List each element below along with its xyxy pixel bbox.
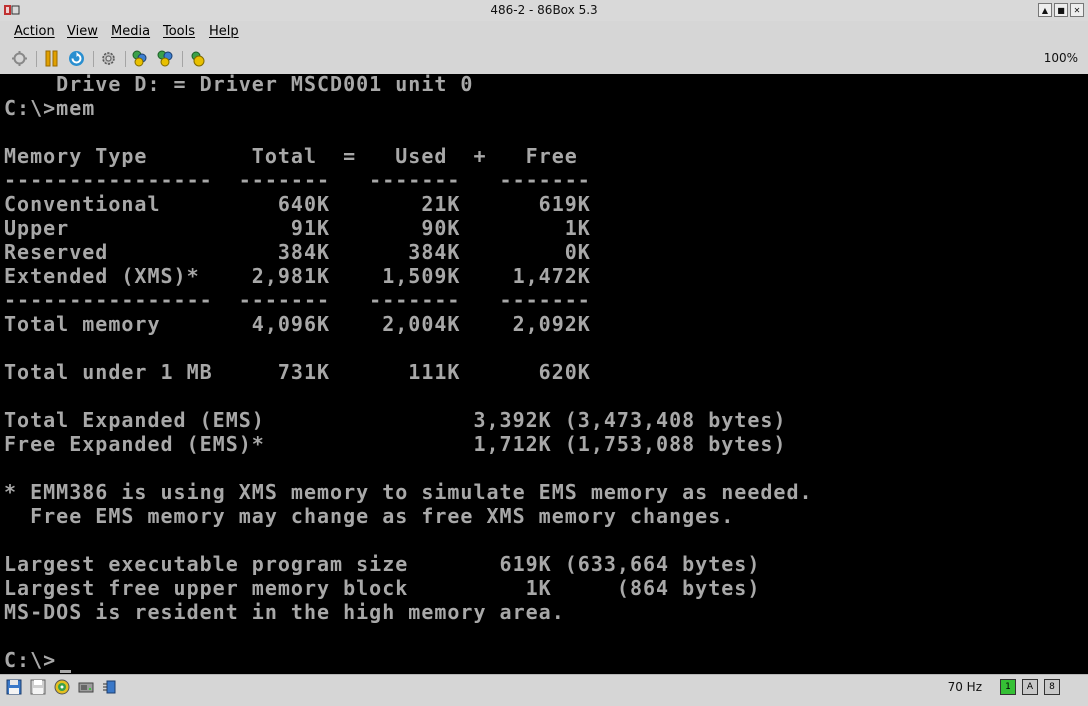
toolbar-separator xyxy=(36,51,37,67)
toolbar-separator xyxy=(125,51,126,67)
terminal-line: Conventional 640K 21K 619K xyxy=(4,192,591,216)
terminal-line: C:\>mem xyxy=(4,96,96,120)
ctrl-alt-esc-icon[interactable] xyxy=(157,50,174,67)
toolbar-separator xyxy=(93,51,94,67)
keyboard-indicator-caps: A xyxy=(1022,679,1038,695)
terminal-line: Free EMS memory may change as free XMS m… xyxy=(4,504,735,528)
terminal-line: Free Expanded (EMS)* 1,712K (1,753,088 b… xyxy=(4,432,787,456)
title-bar: 486-2 - 86Box 5.3 ▲ ■ ✕ xyxy=(0,0,1088,22)
window-title: 486-2 - 86Box 5.3 xyxy=(490,3,598,17)
terminal-line: Drive D: = Driver MSCD001 unit 0 xyxy=(4,74,474,96)
terminal-line: Total memory 4,096K 2,004K 2,092K xyxy=(4,312,591,336)
status-bar: 70 Hz 1 A 8 xyxy=(0,674,1088,699)
floppy-icon[interactable] xyxy=(6,679,22,695)
hard-disk-icon[interactable] xyxy=(78,679,94,695)
terminal-line: * EMM386 is using XMS memory to simulate… xyxy=(4,480,813,504)
text-cursor xyxy=(60,670,71,673)
settings-icon[interactable] xyxy=(100,50,117,67)
toolbar: 100% xyxy=(0,43,1088,74)
terminal-line: Memory Type Total = Used + Free xyxy=(4,144,578,168)
network-icon[interactable] xyxy=(102,679,118,695)
cdrom-icon[interactable] xyxy=(54,679,70,695)
menu-view[interactable]: View xyxy=(67,24,98,39)
menu-bar: Action View Media Tools Help xyxy=(0,21,1088,43)
terminal-line: Extended (XMS)* 2,981K 1,509K 1,472K xyxy=(4,264,591,288)
floppy-2-icon[interactable] xyxy=(30,679,46,695)
terminal-line: Reserved 384K 384K 0K xyxy=(4,240,591,264)
terminal-line: Total under 1 MB 731K 111K 620K xyxy=(4,360,591,384)
keyboard-indicator-scroll: 8 xyxy=(1044,679,1060,695)
menu-action[interactable]: Action xyxy=(14,24,55,39)
menu-help[interactable]: Help xyxy=(209,24,239,39)
terminal-line: MS-DOS is resident in the high memory ar… xyxy=(4,600,565,624)
terminal-line: Largest executable program size 619K (63… xyxy=(4,552,761,576)
window-controls: ▲ ■ ✕ xyxy=(1038,3,1084,17)
refresh-rate: 70 Hz xyxy=(947,680,982,694)
minimize-button[interactable]: ▲ xyxy=(1038,3,1052,17)
terminal-line: Upper 91K 90K 1K xyxy=(4,216,591,240)
window-bottom-edge xyxy=(0,698,1088,706)
terminal-line: ---------------- ------- ------- ------- xyxy=(4,288,591,312)
toolbar-separator xyxy=(182,51,183,67)
menu-tools[interactable]: Tools xyxy=(163,24,195,39)
menu-media[interactable]: Media xyxy=(111,24,150,39)
terminal-prompt: C:\> xyxy=(4,648,57,672)
reset-icon[interactable] xyxy=(68,50,85,67)
keyboard-indicator-num: 1 xyxy=(1000,679,1016,695)
ctrl-alt-del-icon[interactable] xyxy=(132,50,149,67)
terminal-line: Largest free upper memory block 1K (864 … xyxy=(4,576,761,600)
emulator-screen[interactable]: Drive D: = Driver MSCD001 unit 0 C:\>mem… xyxy=(0,74,1088,674)
maximize-button[interactable]: ■ xyxy=(1054,3,1068,17)
terminal-line: Total Expanded (EMS) 3,392K (3,473,408 b… xyxy=(4,408,787,432)
terminal-line: ---------------- ------- ------- ------- xyxy=(4,168,591,192)
pause-icon[interactable] xyxy=(43,50,60,67)
close-button[interactable]: ✕ xyxy=(1070,3,1084,17)
screenshot-icon[interactable] xyxy=(190,50,207,67)
zoom-level: 100% xyxy=(1043,51,1078,65)
power-icon[interactable] xyxy=(11,50,28,67)
